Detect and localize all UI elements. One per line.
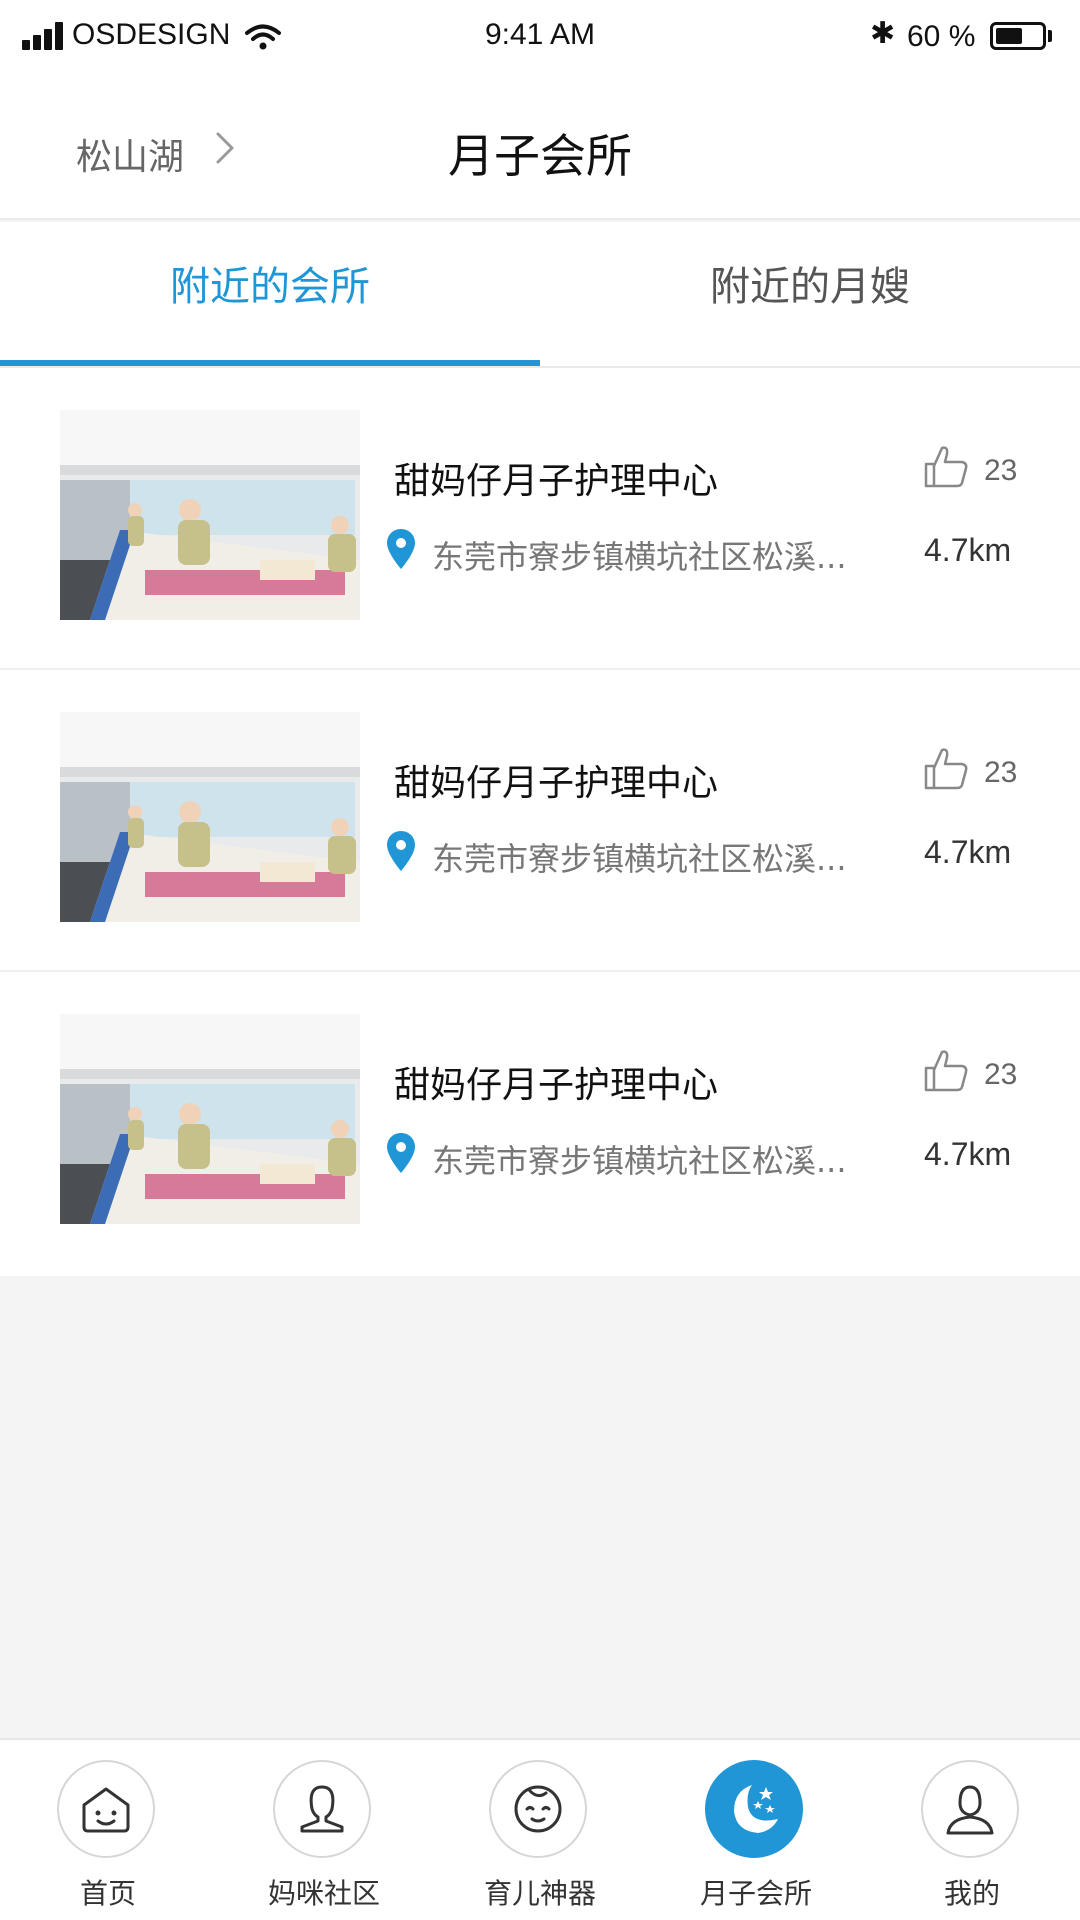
tab-home-label: 首页 — [79, 1877, 136, 1910]
tab-confinement-club[interactable]: 月子会所 — [648, 1740, 864, 1920]
battery-icon — [990, 22, 1046, 50]
like-count: 23 — [984, 756, 1018, 789]
club-distance: 4.7km — [924, 1136, 1012, 1172]
battery-cap — [1048, 30, 1052, 42]
active-tab-indicator — [0, 360, 540, 366]
club-name: 甜妈仔月子护理中心 — [394, 1065, 719, 1106]
user-icon — [921, 1760, 1019, 1858]
tab-mom-community[interactable]: 妈咪社区 — [216, 1740, 432, 1920]
segment-tabs: 附近的会所 附近的月嫂 — [0, 222, 1080, 368]
location-pin-icon — [387, 831, 415, 871]
page-title: 月子会所 — [448, 129, 632, 183]
like-count: 23 — [984, 1058, 1018, 1091]
thumbs-up-icon[interactable] — [922, 1046, 970, 1094]
club-address: 东莞市寮步镇横坑社区松溪... — [432, 1142, 847, 1180]
list-item[interactable]: 甜妈仔月子护理中心 23 东莞市寮步镇横坑社区松溪... 4.7km — [0, 368, 1080, 670]
list-item[interactable]: 甜妈仔月子护理中心 23 东莞市寮步镇横坑社区松溪... 4.7km — [0, 972, 1080, 1274]
thumbs-up-icon[interactable] — [922, 442, 970, 490]
list-item[interactable]: 甜妈仔月子护理中心 23 东莞市寮步镇横坑社区松溪... 4.7km — [0, 670, 1080, 972]
tab-mine-label: 我的 — [943, 1877, 1000, 1910]
club-address: 东莞市寮步镇横坑社区松溪... — [432, 840, 847, 878]
bottom-tab-bar: 首页 妈咪社区 育儿神器 月子会所 我的 — [0, 1738, 1080, 1920]
bluetooth-icon: ✱ — [870, 16, 896, 51]
club-list: 甜妈仔月子护理中心 23 东莞市寮步镇横坑社区松溪... 4.7km 甜妈仔月子… — [0, 368, 1080, 1276]
tab-parenting-tools[interactable]: 育儿神器 — [432, 1740, 648, 1920]
baby-face-icon — [489, 1760, 587, 1858]
tab-parenting-tools-label: 育儿神器 — [483, 1877, 596, 1910]
mom-person-icon — [273, 1760, 371, 1858]
like-count: 23 — [984, 454, 1018, 487]
navigation-bar: 松山湖 月子会所 — [0, 76, 1080, 220]
tab-mine[interactable]: 我的 — [864, 1740, 1080, 1920]
club-photo — [60, 712, 360, 922]
club-photo — [60, 1014, 360, 1224]
tab-nearby-clubs[interactable]: 附近的会所 — [0, 222, 540, 366]
thumbs-up-icon[interactable] — [922, 744, 970, 792]
tab-nearby-nannies[interactable]: 附近的月嫂 — [540, 222, 1080, 366]
tab-confinement-club-label: 月子会所 — [699, 1877, 812, 1910]
club-distance: 4.7km — [924, 834, 1012, 870]
tab-home[interactable]: 首页 — [0, 1740, 216, 1920]
club-photo — [60, 410, 360, 620]
moon-stars-icon — [705, 1760, 803, 1858]
club-distance: 4.7km — [924, 532, 1012, 568]
club-name: 甜妈仔月子护理中心 — [394, 461, 719, 502]
home-face-icon — [57, 1760, 155, 1858]
battery-percent: 60 % — [907, 20, 976, 53]
tab-mom-community-label: 妈咪社区 — [267, 1877, 380, 1910]
club-name: 甜妈仔月子护理中心 — [394, 763, 719, 804]
location-pin-icon — [387, 529, 415, 569]
status-bar: OSDESIGN 9:41 AM ✱ 60 % — [0, 0, 1080, 76]
location-pin-icon — [387, 1133, 415, 1173]
club-address: 东莞市寮步镇横坑社区松溪... — [432, 538, 847, 576]
